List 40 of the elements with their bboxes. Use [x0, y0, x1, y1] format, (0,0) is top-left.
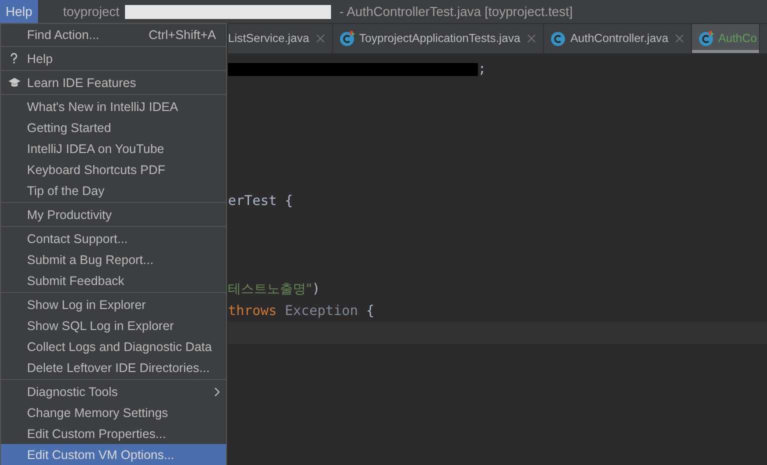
class-icon: [550, 30, 566, 46]
menu-item[interactable]: Getting Started: [1, 117, 226, 138]
menu-item[interactable]: Contact Support...: [1, 228, 226, 249]
menu-item[interactable]: Find Action... Ctrl+Shift+A: [1, 24, 226, 45]
code-text: erTest {: [228, 193, 294, 209]
menu-item[interactable]: Edit Custom Properties...: [1, 423, 226, 444]
menu-item[interactable]: Help: [1, 48, 226, 69]
menu-item[interactable]: What's New in IntelliJ IDEA: [1, 96, 226, 117]
question-icon: [9, 52, 19, 65]
editor-tab[interactable]: ListService.java: [228, 24, 334, 53]
close-icon[interactable]: [316, 34, 326, 43]
menu-item[interactable]: Collect Logs and Diagnostic Data: [1, 336, 226, 357]
menu-item[interactable]: Edit Custom VM Options...: [1, 444, 226, 465]
menu-item[interactable]: My Productivity: [1, 204, 226, 225]
graduation-cap-icon: [8, 77, 20, 88]
menu-item[interactable]: Delete Leftover IDE Directories...: [1, 357, 226, 378]
menu-item[interactable]: IntelliJ IDEA on YouTube: [1, 138, 226, 159]
menu-item[interactable]: Diagnostic Tools: [1, 381, 226, 402]
project-name: toyproject: [63, 4, 120, 19]
menu-item[interactable]: Submit a Bug Report...: [1, 249, 226, 270]
help-menu[interactable]: Help: [0, 0, 38, 23]
menu-item[interactable]: Tip of the Day: [1, 180, 226, 201]
test-class-icon: [698, 30, 714, 46]
test-class-icon: [339, 30, 356, 46]
code-text: ): [312, 281, 320, 297]
code-text: throws: [228, 303, 278, 319]
code-text: 테스트노출명": [228, 281, 312, 298]
editor-tab[interactable]: ToyprojectApplicationTests.java: [333, 24, 544, 53]
code-text: ;: [478, 61, 486, 77]
menu-item[interactable]: Show Log in Explorer: [1, 294, 226, 315]
menu-item[interactable]: Submit Feedback: [1, 270, 226, 291]
menu-item[interactable]: Show SQL Log in Explorer: [1, 315, 226, 336]
close-icon[interactable]: [527, 34, 536, 43]
code-text: Exception: [284, 303, 360, 319]
menu-item[interactable]: Keyboard Shortcuts PDF: [1, 159, 226, 180]
menu-item[interactable]: Change Memory Settings: [1, 402, 226, 423]
close-icon[interactable]: [675, 34, 684, 43]
code-text: {: [366, 303, 374, 319]
menu-item[interactable]: Learn IDE Features: [1, 72, 226, 93]
window-title: - AuthControllerTest.java [toyproject.test]: [339, 4, 573, 19]
